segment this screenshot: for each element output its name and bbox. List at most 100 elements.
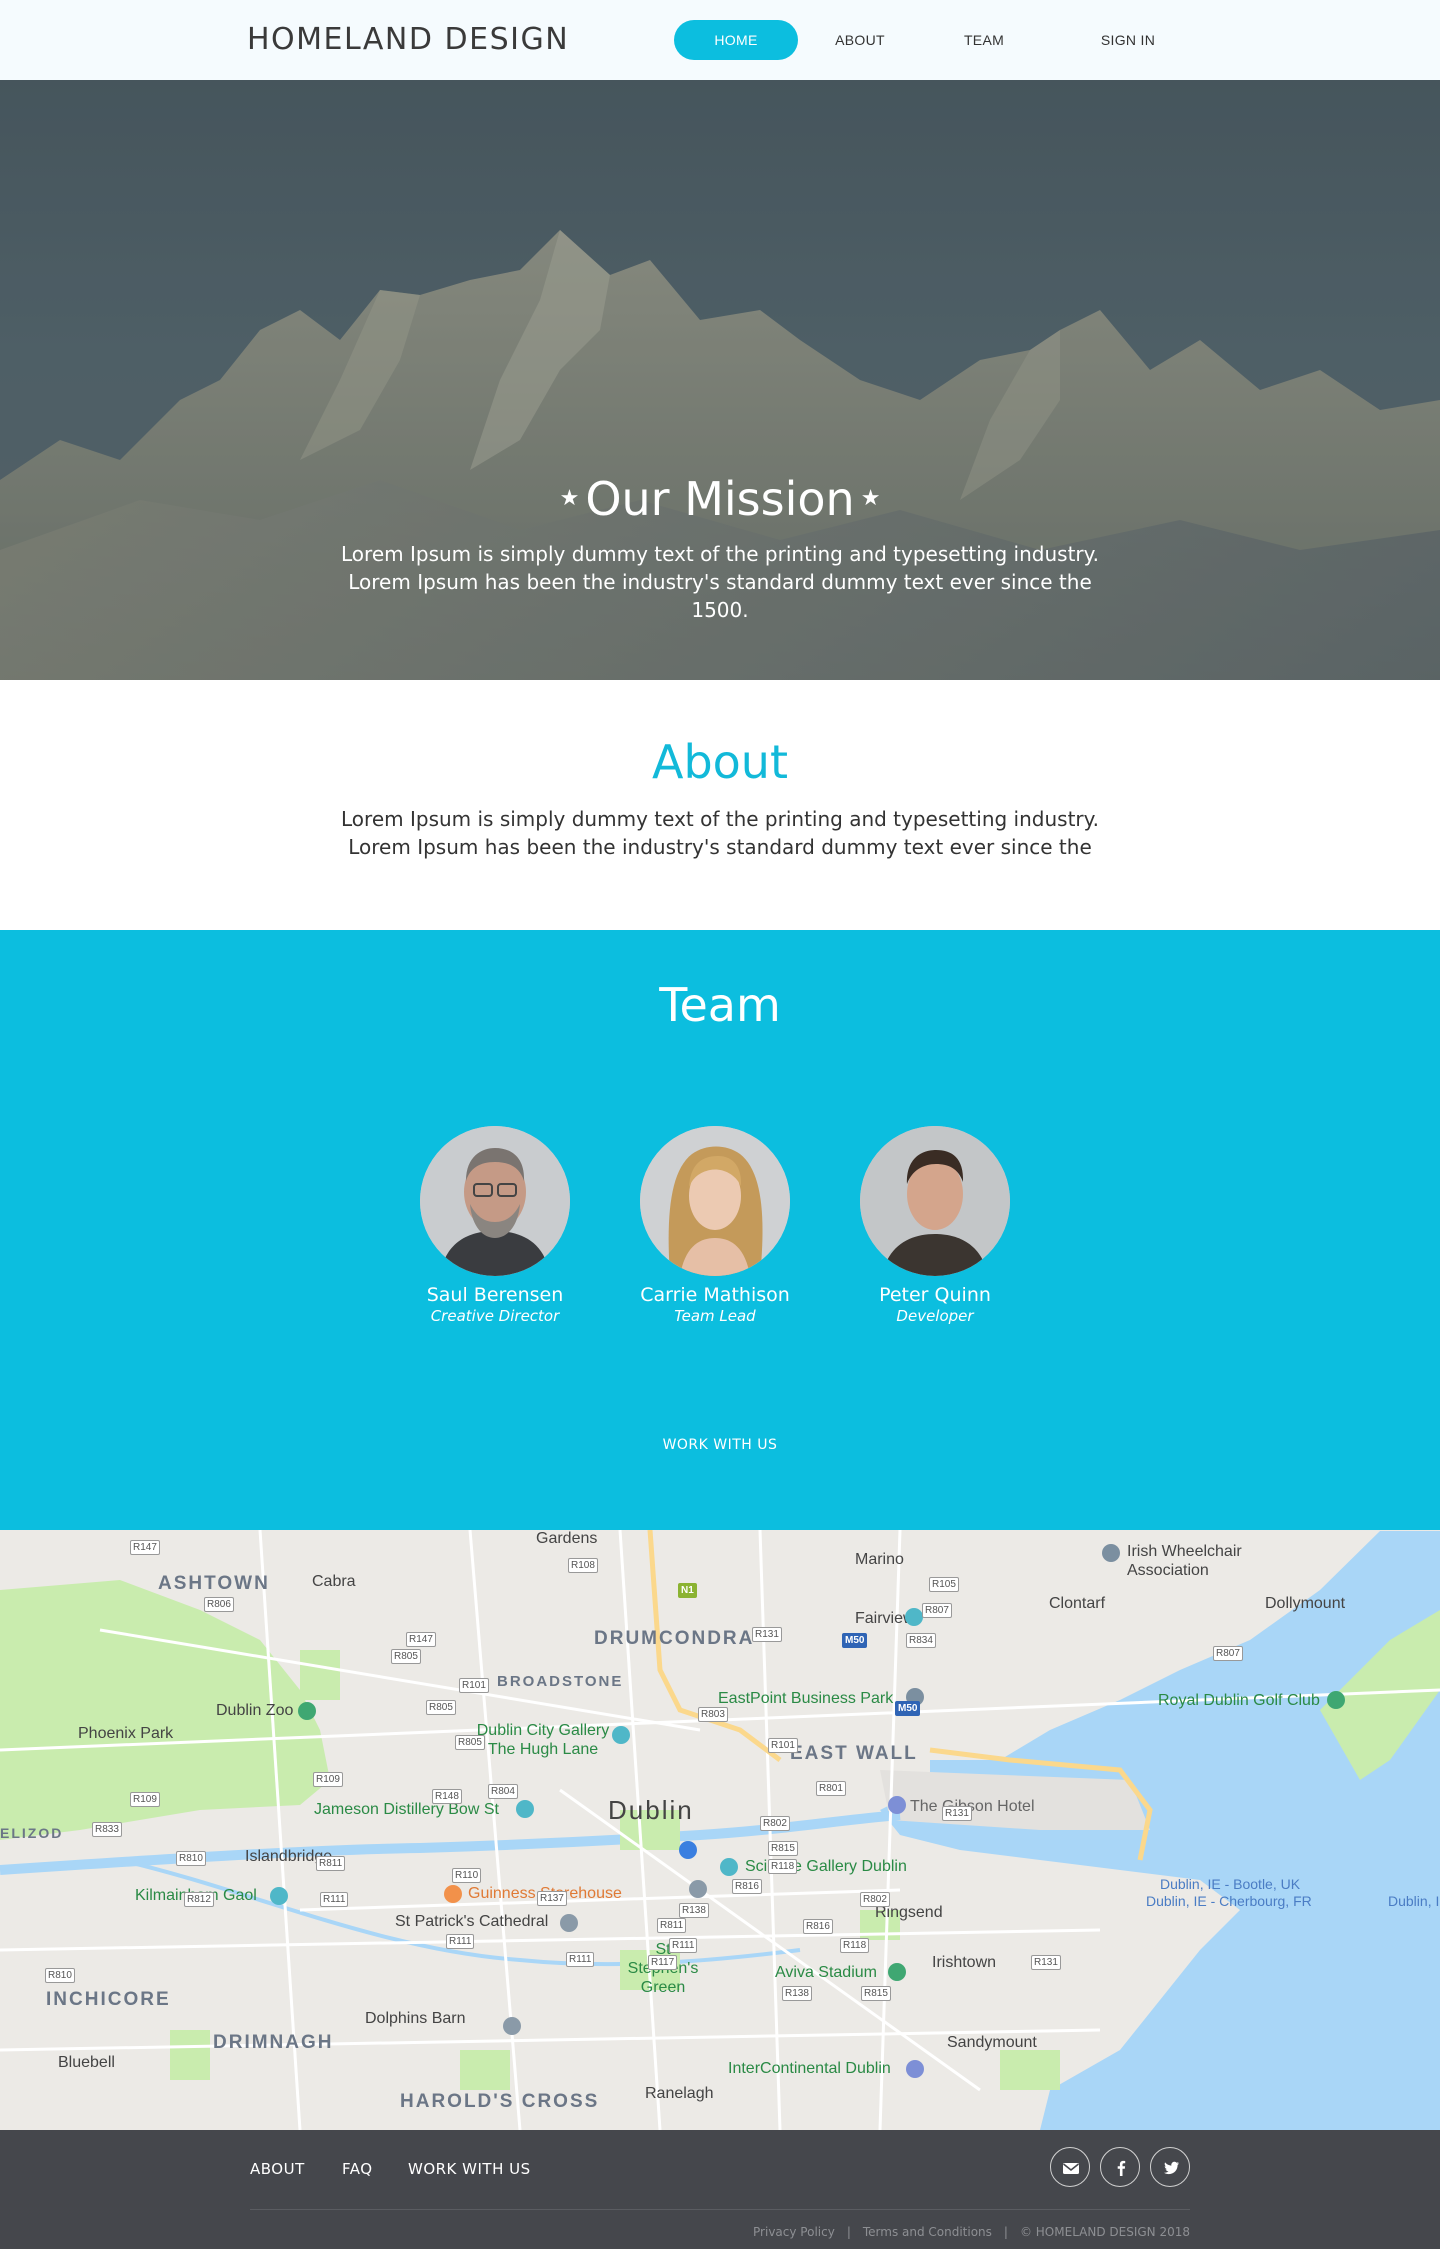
museum-icon[interactable] [516,1800,534,1818]
hero-description: Lorem Ipsum is simply dummy text of the … [341,542,1099,622]
road-shield: R109 [130,1792,160,1807]
map-district-label: HAROLD'S CROSS [400,2091,600,2112]
map-place-label: EastPoint Business Park [718,1690,894,1707]
road-shield: R812 [184,1892,214,1907]
map-district-label: ASHTOWN [158,1573,270,1594]
road-shield: R805 [426,1700,456,1715]
road-shield: R802 [760,1816,790,1831]
church-icon[interactable] [560,1914,578,1932]
map-place-label: Ranelagh [645,2085,714,2102]
map-place-label: Phoenix Park [78,1725,174,1742]
hotel-icon[interactable] [906,2060,924,2078]
map-place-label: Dolphins Barn [365,2010,466,2027]
road-shield: R806 [204,1597,234,1612]
avatar [420,1126,570,1276]
map-place-label: Jameson Distillery Bow St [314,1801,499,1818]
map-district-label: DRIMNAGH [213,2032,334,2053]
road-shield: R834 [906,1633,936,1648]
museum-icon[interactable] [612,1726,630,1744]
road-shield: R131 [1031,1955,1061,1970]
footer-work-with-us-link[interactable]: WORK WITH US [408,2160,531,2178]
location-pin-icon[interactable] [679,1841,697,1859]
church-icon[interactable] [689,1880,707,1898]
road-shield: R110 [452,1868,482,1883]
nav-home-link[interactable]: HOME [674,20,798,60]
road-shield: R118 [768,1859,798,1874]
road-shield: R137 [537,1891,567,1906]
road-shield: R131 [942,1806,972,1821]
museum-icon[interactable] [720,1858,738,1876]
map-place-label: The Gibson Hotel [910,1798,1035,1815]
road-shield: R111 [566,1952,595,1967]
road-shield: R111 [446,1934,475,1949]
map-pin-icon[interactable] [503,2017,521,2035]
facebook-icon[interactable] [1100,2147,1140,2187]
map-city-label: Dublin [608,1795,694,1825]
footer-about-link[interactable]: ABOUT [250,2160,305,2178]
team-section: Team Saul Berensen Creative Director Car… [0,930,1440,1530]
nav-about-link[interactable]: ABOUT [820,20,900,60]
nav-signin-link[interactable]: SIGN IN [1088,20,1168,60]
road-shield: R805 [391,1649,421,1664]
twitter-icon[interactable] [1150,2147,1190,2187]
team-member-card: Carrie Mathison Team Lead [620,1126,810,1325]
team-member-role: Developer [896,1307,974,1325]
road-shield: R811 [657,1918,687,1933]
star-icon: ★ [860,486,881,511]
map-place-label: Royal Dublin Golf Club [1158,1692,1320,1709]
map-pin-icon[interactable] [1102,1544,1120,1562]
map-district-label: BROADSTONE [497,1673,624,1690]
footer-legal: Privacy Policy | Terms and Conditions | © HO… [753,2225,1190,2239]
road-shield: R805 [455,1735,485,1750]
map-district-label: INCHICORE [46,1989,171,2010]
star-icon: ★ [559,486,580,511]
team-member-name: Peter Quinn [879,1284,991,1306]
privacy-policy-link[interactable]: Privacy Policy [753,2225,835,2239]
location-map[interactable]: ASHTOWN DRUMCONDRA BROADSTONE EAST WALL … [0,1530,1440,2130]
road-shield: R815 [768,1841,798,1856]
avatar [640,1126,790,1276]
site-header: HOMELAND DESIGN HOME ABOUT TEAM SIGN IN [0,0,1440,80]
team-member-card: Saul Berensen Creative Director [400,1126,590,1325]
hero-section: ★ Our Mission ★ Lorem Ipsum is simply dumm… [0,80,1440,680]
team-member-card: Peter Quinn Developer [840,1126,1030,1325]
map-place-label: InterContinental Dublin [728,2060,891,2077]
map-pin-icon[interactable] [905,1608,923,1626]
road-shield: R810 [45,1968,75,1983]
map-place-label: Cabra [312,1573,356,1590]
about-title: About [651,735,788,789]
work-with-us-button[interactable]: WORK WITH US [620,1430,820,1460]
golf-icon[interactable] [1327,1691,1345,1709]
road-shield: R147 [406,1632,436,1647]
road-shield: R811 [316,1856,346,1871]
nav-team-link[interactable]: TEAM [944,20,1024,60]
site-logo[interactable]: HOMELAND DESIGN [247,22,569,57]
map-district-label: EAST WALL [790,1743,918,1764]
road-shield: R802 [860,1892,890,1907]
map-place-label: Sandymount [947,2034,1037,2051]
hotel-icon[interactable] [888,1796,906,1814]
about-description: Lorem Ipsum is simply dummy text of the … [341,807,1099,859]
avatar [860,1126,1010,1276]
footer-faq-link[interactable]: FAQ [342,2160,373,2178]
road-shield: R804 [488,1784,518,1799]
map-place-label: Aviva Stadium [775,1964,877,1981]
hero-title: ★ Our Mission ★ [0,472,1440,526]
mail-icon[interactable] [1050,2147,1090,2187]
road-shield: R816 [732,1879,762,1894]
map-place-label: Irish Wheelchair Association [1127,1543,1242,1579]
separator: | [1003,2225,1008,2239]
ferry-route-label: Dublin, IE - Cherbourg, FR [1146,1893,1312,1909]
terms-link[interactable]: Terms and Conditions [863,2225,992,2239]
team-member-role: Creative Director [430,1307,560,1325]
road-shield: R147 [130,1540,160,1555]
map-place-label: Irishtown [932,1954,997,1971]
paw-icon[interactable] [298,1702,316,1720]
museum-icon[interactable] [270,1887,288,1905]
stadium-icon[interactable] [888,1963,906,1981]
separator: | [846,2225,851,2239]
map-place-label: Dublin Zoo [216,1702,294,1719]
beer-icon[interactable] [444,1885,462,1903]
map-place-label: Bluebell [58,2054,115,2071]
ferry-route-label: Dublin, I [1388,1893,1440,1909]
